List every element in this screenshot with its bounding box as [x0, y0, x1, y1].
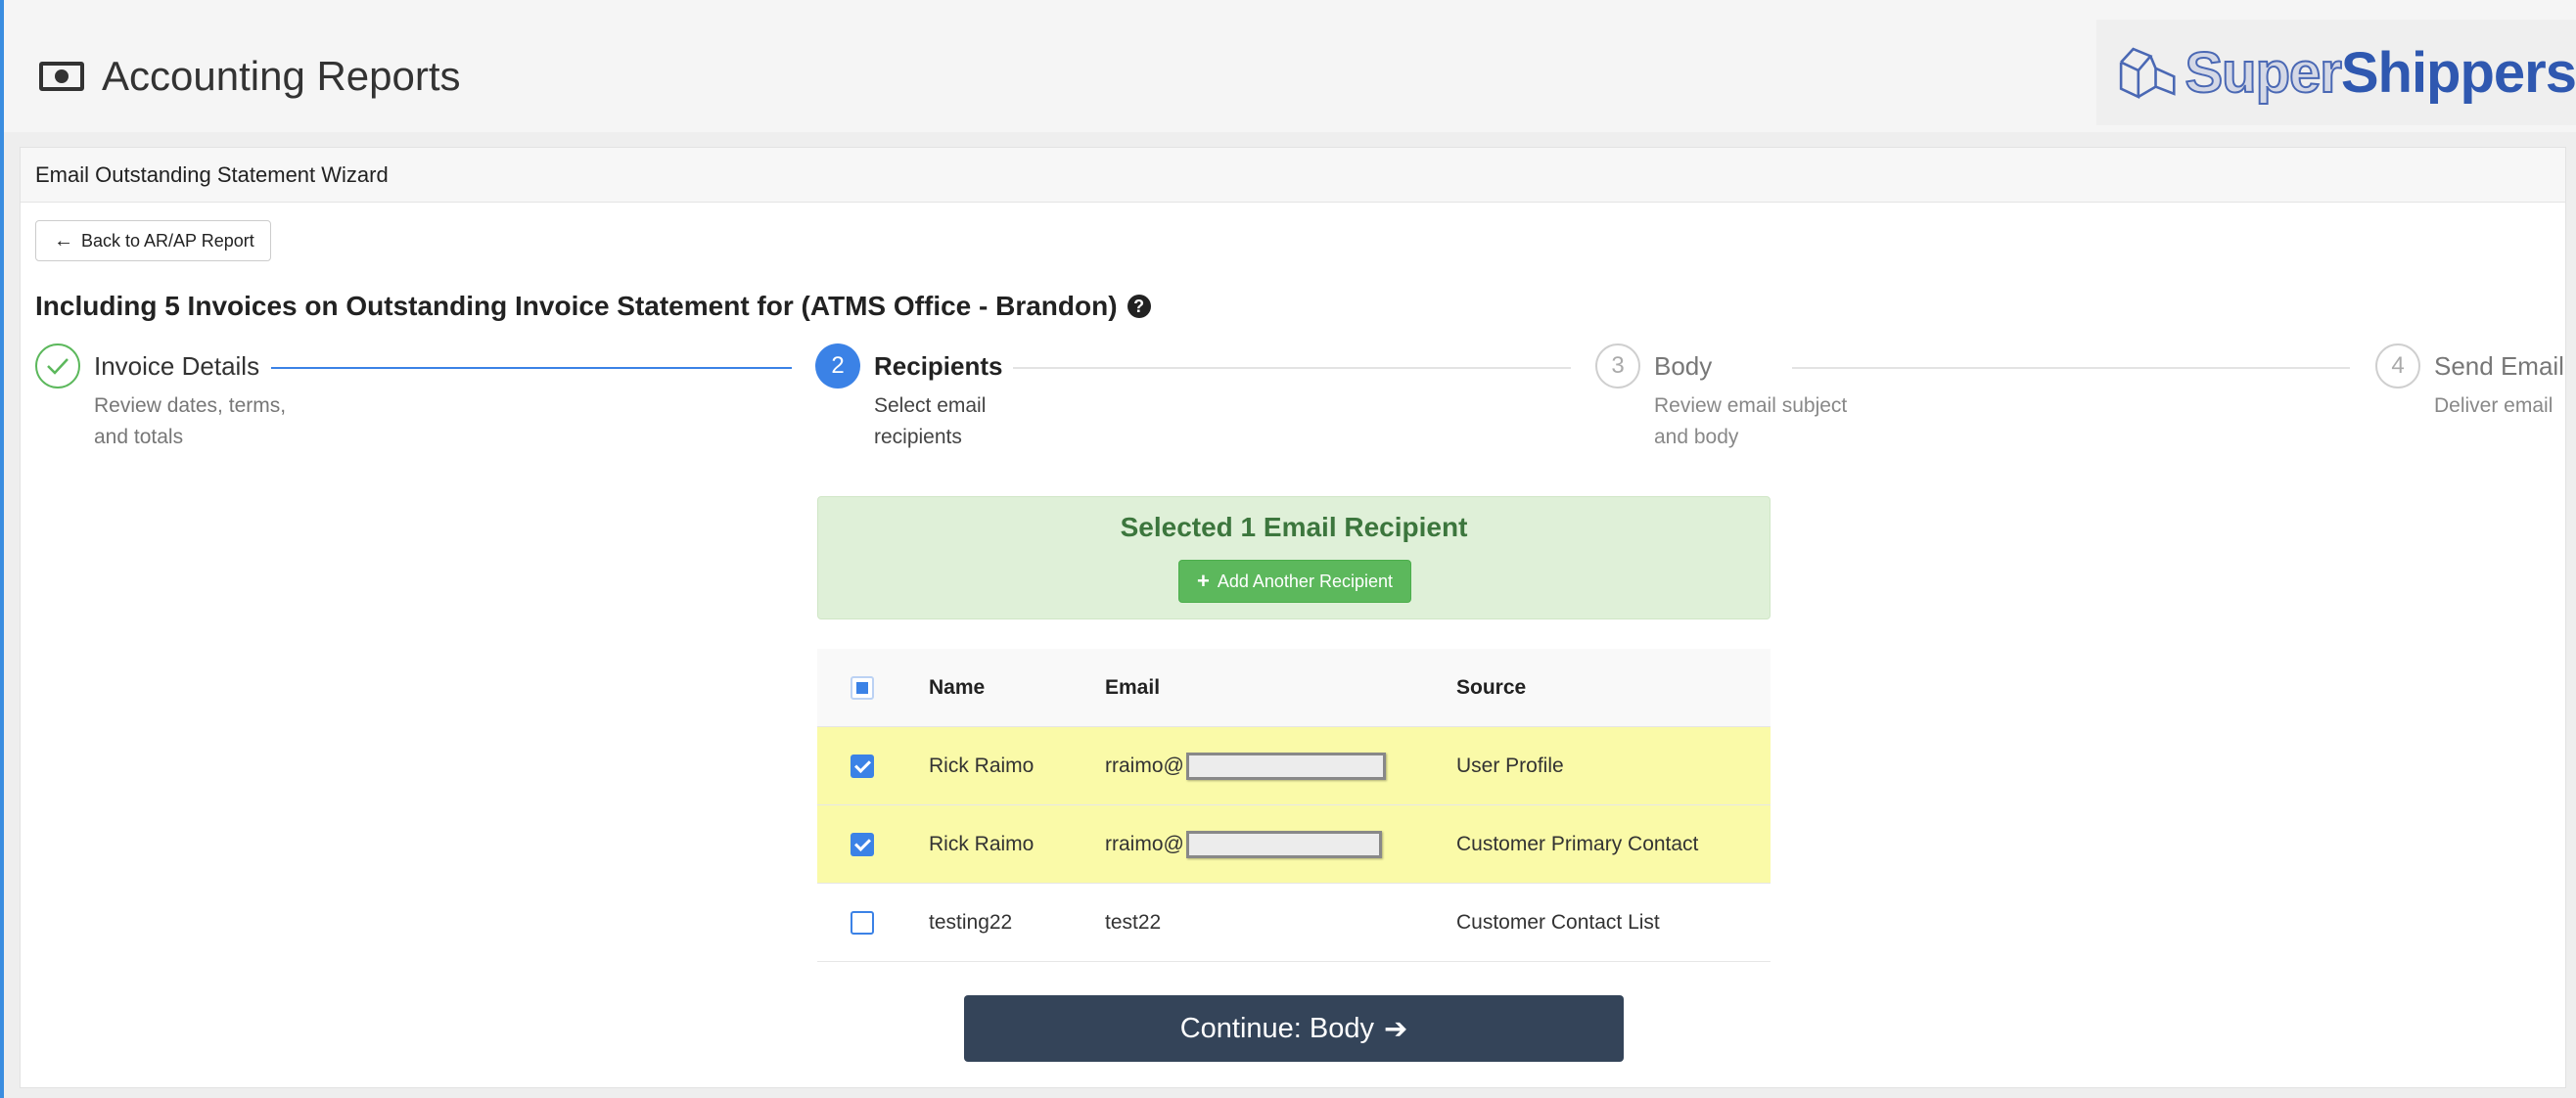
step-3-subtitle: Review email subject and body — [1654, 390, 1847, 453]
statement-title: Including 5 Invoices on Outstanding Invo… — [35, 291, 1151, 322]
add-recipient-label: Add Another Recipient — [1217, 571, 1393, 591]
step-1-sub-line-1: Review dates, terms, — [94, 394, 287, 417]
step-2-subtitle: Select email recipients — [874, 390, 986, 453]
recipient-email: rraimo@ — [1105, 832, 1184, 855]
wizard-panel: Email Outstanding Statement Wizard ← Bac… — [20, 147, 2566, 1088]
step-1-circle — [35, 343, 80, 389]
redacted-box — [1185, 752, 1386, 780]
recipient-name: testing22 — [929, 910, 1013, 934]
back-to-report-button[interactable]: ← Back to AR/AP Report — [35, 220, 271, 261]
add-recipient-button[interactable]: + Add Another Recipient — [1178, 560, 1411, 603]
step-1-subtitle: Review dates, terms, and totals — [94, 390, 286, 453]
title-wrap: Accounting Reports — [39, 53, 461, 100]
recipient-source: Customer Primary Contact — [1456, 832, 1699, 855]
step-4-circle: 4 — [2375, 343, 2420, 389]
step-4-sub-line-1: Deliver email — [2434, 394, 2553, 417]
step-4-title: Send Email — [2434, 351, 2564, 381]
row-checkbox[interactable] — [851, 910, 874, 935]
alert-title: Selected 1 Email Recipient — [1120, 512, 1468, 542]
row-checkbox-cell — [851, 884, 874, 961]
step-1-title: Invoice Details — [94, 351, 260, 381]
box-logo-icon — [2119, 47, 2176, 100]
row-checkbox-cell — [851, 805, 874, 883]
statement-title-text: Including 5 Invoices on Outstanding Invo… — [35, 291, 1118, 321]
step-2-circle: 2 — [815, 343, 860, 389]
recipient-email-cell: rraimo@ — [1105, 727, 1386, 804]
logo-text: SuperShippers — [2184, 40, 2576, 106]
step-2-title: Recipients — [874, 351, 1003, 381]
recipient-name: Rick Raimo — [929, 754, 1035, 777]
page-header: Accounting Reports SuperShippers — [4, 0, 2576, 132]
row-checkbox-cell — [851, 727, 874, 804]
column-header-name[interactable]: Name — [929, 649, 985, 726]
step-2-sub-line-1: Select email — [874, 394, 987, 417]
recipients-table: Name Email Source Rick Raimo rraimo@ Use… — [817, 649, 1771, 962]
recipient-source: User Profile — [1456, 754, 1564, 777]
page-title: Accounting Reports — [102, 53, 461, 99]
back-button-label: Back to AR/AP Report — [81, 230, 254, 251]
select-all-cell — [851, 649, 874, 726]
step-connector-2 — [1013, 367, 1571, 369]
continue-label: Continue: Body — [1179, 1012, 1374, 1044]
step-2-sub-line-2: recipients — [874, 426, 962, 448]
column-header-source[interactable]: Source — [1456, 649, 1526, 726]
select-all-checkbox[interactable] — [851, 675, 874, 700]
question-circle-icon[interactable]: ? — [1127, 295, 1151, 318]
redacted-box — [1185, 830, 1382, 858]
step-3-sub-line-2: and body — [1654, 426, 1739, 448]
recipient-name: Rick Raimo — [929, 832, 1035, 855]
row-checkbox[interactable] — [851, 832, 874, 856]
row-checkbox[interactable] — [851, 754, 874, 778]
table-header-row: Name Email Source — [817, 649, 1771, 727]
table-row[interactable]: testing22 test22 Customer Contact List — [817, 884, 1771, 962]
step-connector-3 — [1792, 367, 2350, 369]
check-icon — [47, 358, 69, 375]
step-4-subtitle: Deliver email — [2434, 390, 2553, 422]
recipient-email: rraimo@ — [1105, 754, 1184, 777]
arrow-right-icon: ➔ — [1384, 1013, 1408, 1045]
step-3-title: Body — [1654, 351, 1713, 381]
left-edge-strip — [0, 0, 4, 1098]
continue-button[interactable]: Continue: Body ➔ — [964, 995, 1624, 1062]
panel-heading: Email Outstanding Statement Wizard — [21, 148, 2565, 203]
step-1-sub-line-2: and totals — [94, 426, 184, 448]
step-connector-1 — [271, 367, 792, 369]
arrow-left-icon: ← — [54, 229, 73, 252]
column-header-email[interactable]: Email — [1105, 649, 1160, 726]
logo-text-super: Super — [2184, 40, 2342, 106]
table-row[interactable]: Rick Raimo rraimo@ Customer Primary Cont… — [817, 805, 1771, 884]
step-3-sub-line-1: Review email subject — [1654, 394, 1848, 417]
selection-alert: Selected 1 Email Recipient + Add Another… — [817, 496, 1771, 619]
logo-text-shippers: Shippers — [2340, 40, 2576, 105]
recipient-source: Customer Contact List — [1456, 910, 1660, 934]
plus-icon: + — [1197, 569, 1210, 593]
table-row[interactable]: Rick Raimo rraimo@ User Profile — [817, 727, 1771, 805]
money-icon — [39, 62, 84, 91]
step-3-circle: 3 — [1595, 343, 1640, 389]
recipient-email: test22 — [1105, 910, 1162, 934]
company-logo: SuperShippers — [2096, 20, 2576, 125]
recipient-email-cell: rraimo@ — [1105, 805, 1382, 883]
